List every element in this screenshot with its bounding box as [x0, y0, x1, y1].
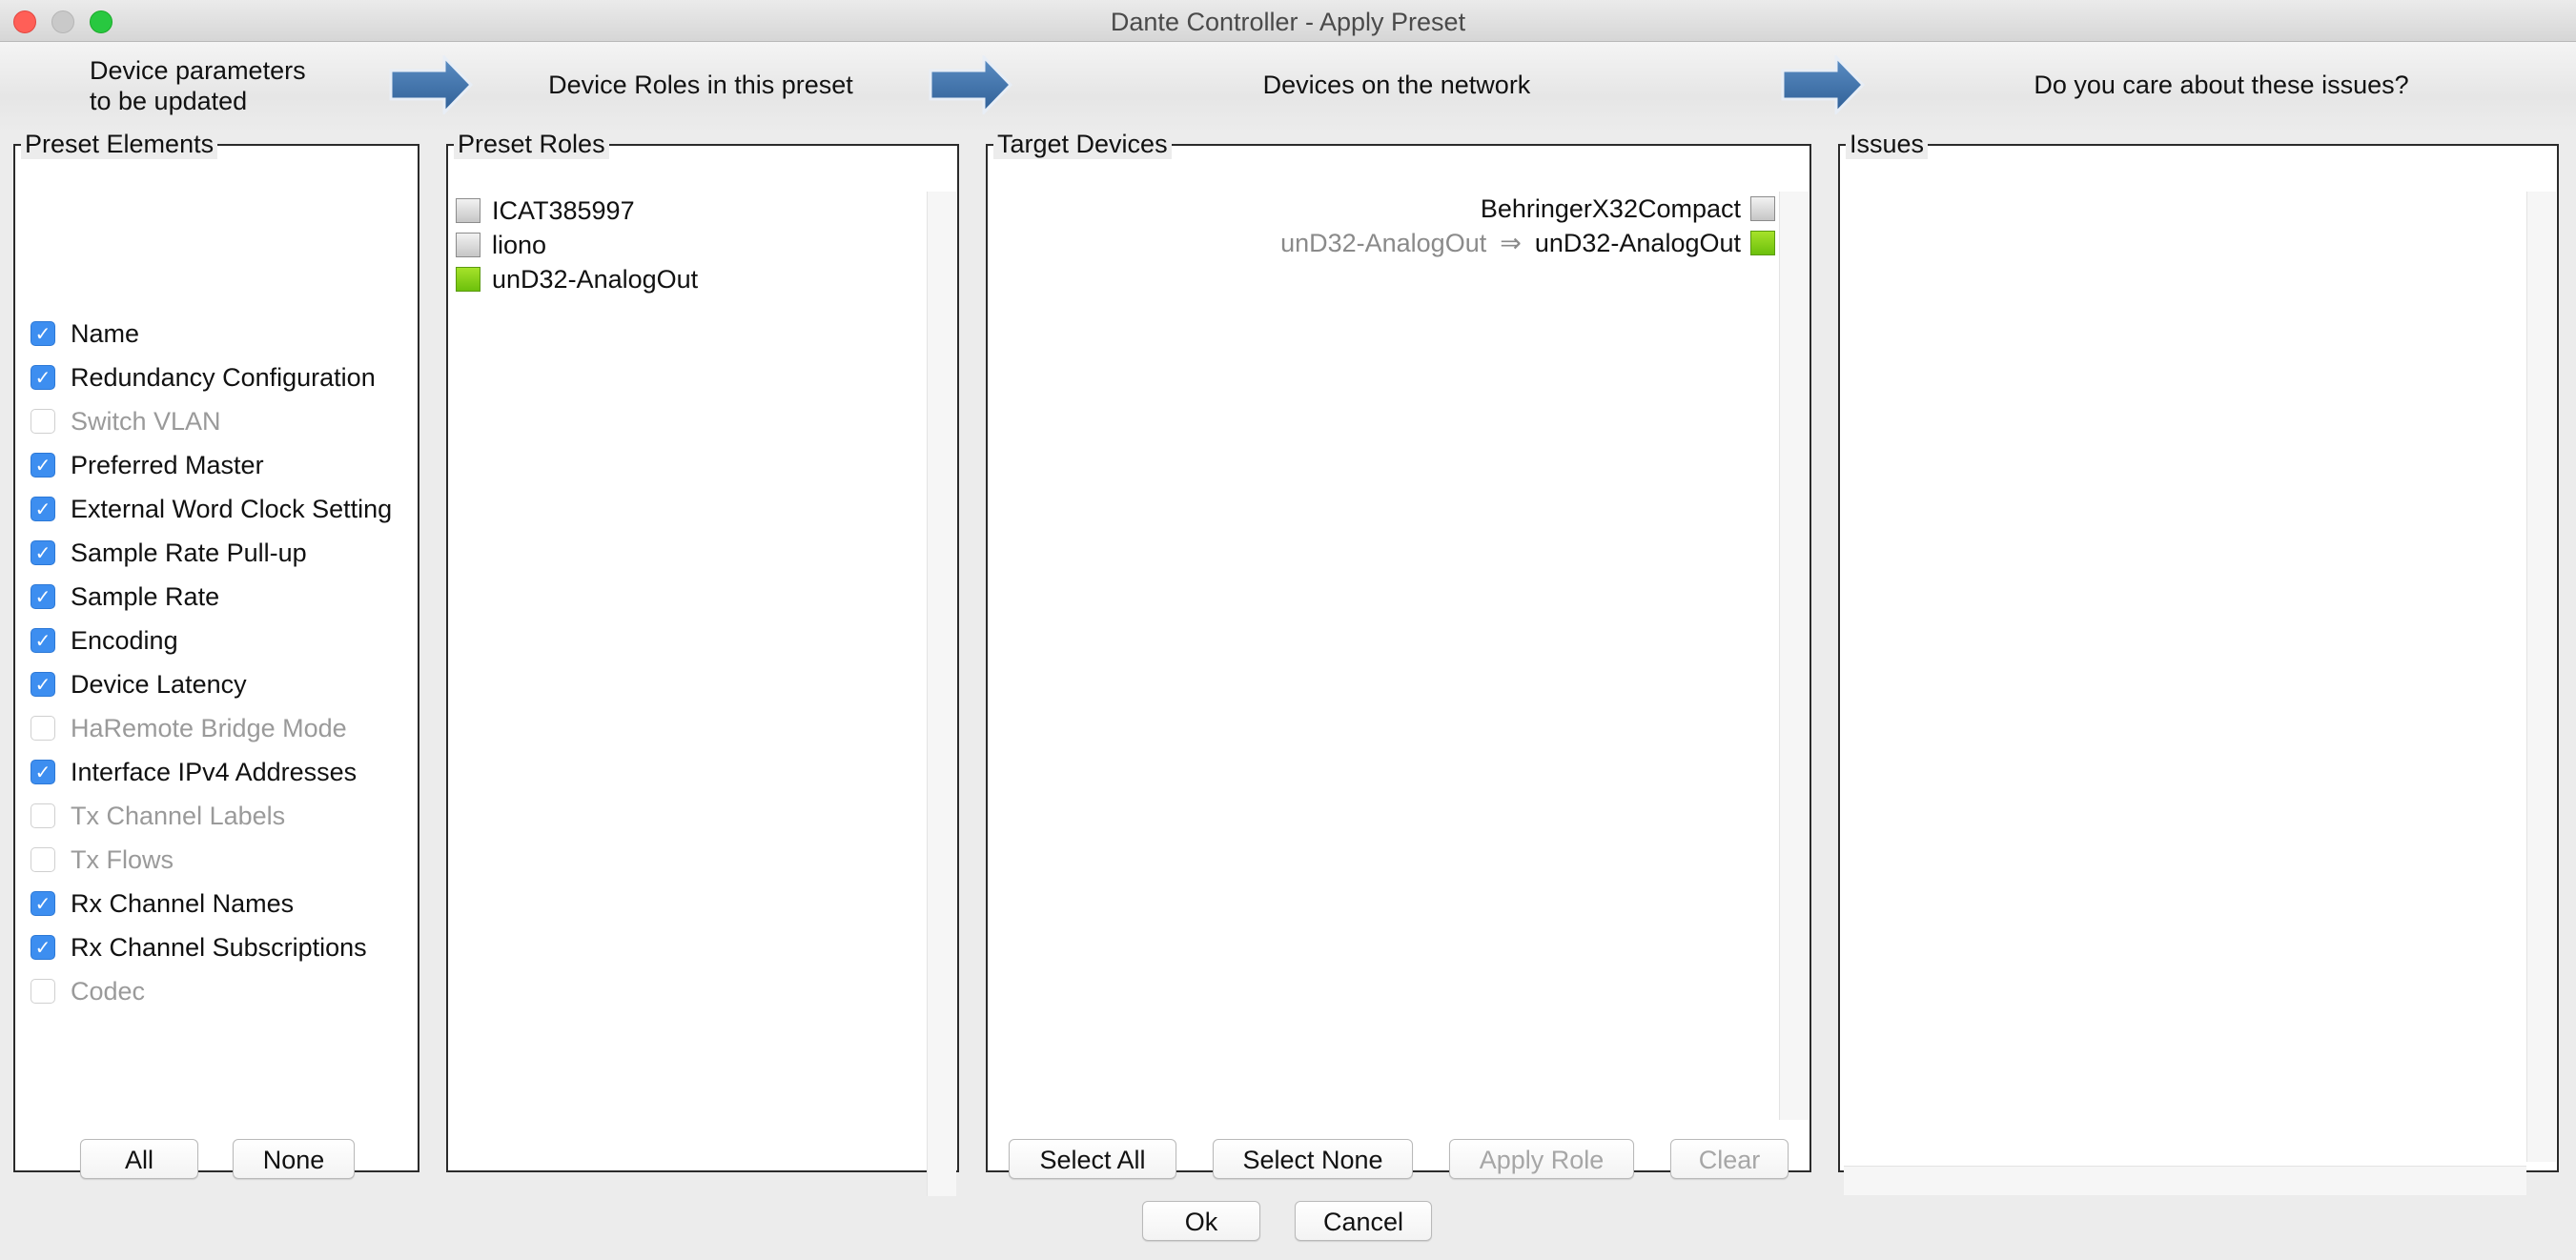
- targets-scrollbar[interactable]: [1779, 192, 1809, 1120]
- preset-element-row[interactable]: ✓ Sample Rate Pull-up: [31, 531, 392, 575]
- step-device-parameters: Device parameters to be updated: [90, 55, 337, 116]
- preset-element-label: Rx Channel Subscriptions: [71, 932, 367, 962]
- issues-horizontal-scrollbar[interactable]: [1844, 1166, 2526, 1195]
- preset-element-row[interactable]: ✓ Encoding: [31, 619, 392, 662]
- preset-element-checkbox[interactable]: ✓: [31, 497, 55, 521]
- issues-vertical-scrollbar[interactable]: [2526, 192, 2556, 1162]
- preset-element-checkbox: [31, 716, 55, 741]
- target-devices-panel: Target Devices BehringerX32Compact unD32-…: [986, 130, 1811, 1179]
- preset-role-label: liono: [492, 230, 547, 259]
- preset-element-checkbox[interactable]: ✓: [31, 760, 55, 784]
- target-device-row[interactable]: BehringerX32Compact: [1481, 192, 1775, 226]
- target-device-source-role: unD32-AnalogOut: [1280, 228, 1487, 257]
- preset-element-row[interactable]: ✓ Preferred Master: [31, 443, 392, 487]
- target-devices-legend: Target Devices: [993, 130, 1172, 159]
- preset-element-label: Sample Rate Pull-up: [71, 538, 307, 567]
- preset-element-checkbox[interactable]: ✓: [31, 365, 55, 390]
- preset-element-checkbox: [31, 847, 55, 872]
- title-bar: Dante Controller - Apply Preset: [0, 0, 2576, 42]
- target-device-row[interactable]: unD32-AnalogOut ⇒ unD32-AnalogOut: [1280, 226, 1775, 260]
- preset-element-row: HaRemote Bridge Mode: [31, 706, 392, 750]
- preset-elements-panel: Preset Elements ✓ Name ✓ Redundancy Configu…: [13, 130, 419, 1179]
- preset-role-label: unD32-AnalogOut: [492, 264, 699, 294]
- preset-element-label: Preferred Master: [71, 450, 264, 479]
- clear-button[interactable]: Clear: [1670, 1139, 1789, 1179]
- preset-element-row[interactable]: ✓ Rx Channel Subscriptions: [31, 925, 392, 969]
- preset-element-row: Switch VLAN: [31, 399, 392, 443]
- preset-element-label: Sample Rate: [71, 581, 220, 611]
- select-none-elements-button[interactable]: None: [233, 1139, 355, 1179]
- ok-button[interactable]: Ok: [1142, 1201, 1260, 1241]
- preset-element-label: Redundancy Configuration: [71, 362, 376, 392]
- apply-role-button[interactable]: Apply Role: [1449, 1139, 1634, 1179]
- preset-element-label: Rx Channel Names: [71, 888, 295, 918]
- right-arrow-icon: [929, 55, 1012, 114]
- preset-roles-legend: Preset Roles: [454, 130, 609, 159]
- role-status-indicator: [456, 198, 480, 223]
- preset-elements-list: ✓ Name ✓ Redundancy Configuration Switch VLA…: [31, 312, 392, 1013]
- role-status-indicator: [456, 267, 480, 292]
- step-device-parameters-line1: Device parameters: [90, 56, 306, 85]
- preset-element-row[interactable]: ✓ Rx Channel Names: [31, 882, 392, 925]
- preset-role-item[interactable]: unD32-AnalogOut: [456, 262, 698, 296]
- preset-element-checkbox: [31, 803, 55, 828]
- step-devices-network: Devices on the network: [1262, 71, 1531, 99]
- preset-element-checkbox[interactable]: ✓: [31, 935, 55, 960]
- preset-element-label: Device Latency: [71, 669, 247, 699]
- step-device-roles: Device Roles in this preset: [548, 71, 853, 99]
- preset-element-label: Interface IPv4 Addresses: [71, 757, 358, 786]
- device-status-indicator: [1750, 231, 1775, 255]
- preset-role-item[interactable]: ICAT385997: [456, 193, 698, 228]
- right-arrow-icon: [1781, 55, 1865, 114]
- issues-panel: Issues: [1838, 130, 2559, 1195]
- preset-role-label: ICAT385997: [492, 195, 635, 225]
- preset-element-label: Codec: [71, 976, 146, 1006]
- target-device-name: BehringerX32Compact: [1480, 193, 1741, 223]
- step-device-parameters-line2: to be updated: [90, 87, 248, 115]
- preset-element-checkbox[interactable]: ✓: [31, 672, 55, 697]
- window-title: Dante Controller - Apply Preset: [1110, 8, 1466, 36]
- preset-element-checkbox[interactable]: ✓: [31, 891, 55, 916]
- preset-element-checkbox[interactable]: ✓: [31, 453, 55, 478]
- step-issues: Do you care about these issues?: [2034, 71, 2409, 99]
- role-status-indicator: [456, 233, 480, 257]
- select-none-button[interactable]: Select None: [1213, 1139, 1413, 1179]
- preset-element-row: Codec: [31, 969, 392, 1013]
- preset-element-row[interactable]: ✓ External Word Clock Setting: [31, 487, 392, 531]
- preset-element-label: Tx Channel Labels: [71, 801, 286, 830]
- preset-element-checkbox[interactable]: ✓: [31, 321, 55, 346]
- preset-element-row: Tx Channel Labels: [31, 794, 392, 838]
- preset-element-label: Name: [71, 318, 140, 348]
- preset-element-checkbox: [31, 409, 55, 434]
- preset-element-checkbox[interactable]: ✓: [31, 584, 55, 609]
- preset-element-row[interactable]: ✓ Sample Rate: [31, 575, 392, 619]
- preset-element-label: External Word Clock Setting: [71, 494, 393, 523]
- preset-roles-list: ICAT385997 liono unD32-AnalogOut: [456, 193, 698, 296]
- preset-element-checkbox: [31, 979, 55, 1004]
- preset-elements-legend: Preset Elements: [21, 130, 218, 159]
- preset-role-item[interactable]: liono: [456, 228, 698, 262]
- preset-element-label: Switch VLAN: [71, 406, 221, 436]
- select-all-elements-button[interactable]: All: [80, 1139, 198, 1179]
- preset-element-label: Encoding: [71, 625, 178, 655]
- preset-element-checkbox[interactable]: ✓: [31, 628, 55, 653]
- target-device-name: unD32-AnalogOut: [1534, 228, 1741, 257]
- preset-element-row[interactable]: ✓ Redundancy Configuration: [31, 356, 392, 399]
- mapping-arrow-icon: ⇒: [1500, 228, 1522, 257]
- preset-element-row[interactable]: ✓ Device Latency: [31, 662, 392, 706]
- preset-element-row: Tx Flows: [31, 838, 392, 882]
- cancel-button[interactable]: Cancel: [1295, 1201, 1432, 1241]
- preset-element-label: Tx Flows: [71, 844, 174, 874]
- device-status-indicator: [1750, 196, 1775, 221]
- preset-element-label: HaRemote Bridge Mode: [71, 713, 347, 742]
- preset-element-row[interactable]: ✓ Name: [31, 312, 392, 356]
- preset-element-row[interactable]: ✓ Interface IPv4 Addresses: [31, 750, 392, 794]
- issues-legend: Issues: [1846, 130, 1929, 159]
- select-all-button[interactable]: Select All: [1009, 1139, 1176, 1179]
- preset-roles-panel: Preset Roles ICAT385997 liono unD32-Analog…: [446, 130, 959, 1196]
- roles-scrollbar[interactable]: [927, 192, 956, 1196]
- preset-element-checkbox[interactable]: ✓: [31, 540, 55, 565]
